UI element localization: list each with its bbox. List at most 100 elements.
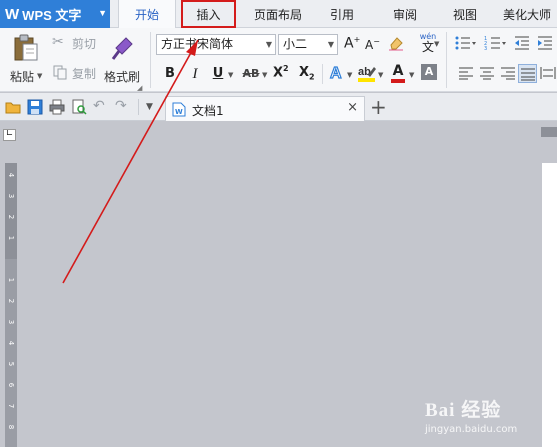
text-effect-button[interactable]: A bbox=[328, 63, 346, 83]
ruler-tick: 6 bbox=[7, 382, 15, 388]
svg-text:A: A bbox=[330, 65, 342, 81]
superscript-button[interactable]: X2 bbox=[273, 64, 291, 82]
grow-font-icon: A bbox=[344, 35, 354, 52]
strikethrough-button[interactable]: AB bbox=[240, 65, 262, 83]
subscript-letter: X bbox=[299, 65, 310, 80]
chevron-down-icon[interactable]: ▼ bbox=[378, 71, 383, 79]
divider bbox=[446, 32, 447, 88]
font-size-value: 小二 bbox=[283, 37, 308, 51]
superscript-letter: X bbox=[273, 65, 284, 81]
undo-icon: ↶ bbox=[93, 98, 105, 114]
tab-view[interactable]: 视图 bbox=[443, 0, 487, 28]
ruler-tick: 7 bbox=[7, 403, 15, 409]
tab-home[interactable]: 开始 bbox=[118, 0, 176, 29]
subscript-button[interactable]: X2 bbox=[299, 65, 317, 83]
print-preview-icon bbox=[72, 99, 87, 115]
document-tab-label: 文档1 bbox=[192, 104, 224, 118]
font-color-icon: A bbox=[392, 63, 404, 79]
ruler-tick: 2 bbox=[7, 214, 15, 220]
quick-access-bar: ↶ ↷ ▼ W 文档1 × + bbox=[0, 93, 557, 121]
shrink-font-icon: A bbox=[365, 38, 374, 52]
grow-font-button[interactable]: A+ bbox=[344, 35, 360, 53]
tab-page-layout[interactable]: 页面布局 bbox=[246, 0, 310, 28]
font-size-select[interactable]: 小二 ▼ bbox=[278, 34, 338, 55]
paste-label: 粘贴 bbox=[10, 70, 35, 84]
wps-menu-button[interactable]: W WPS 文字 ▼ bbox=[0, 0, 110, 28]
numbered-list-button[interactable]: 1 2 3 bbox=[484, 35, 506, 53]
text-effect-icon: A bbox=[329, 64, 342, 82]
close-icon[interactable]: × bbox=[347, 100, 358, 115]
ruler-toggle-button[interactable]: ∟ bbox=[3, 129, 16, 141]
tab-review[interactable]: 审阅 bbox=[383, 0, 427, 28]
ruler-tick: 3 bbox=[7, 319, 15, 325]
document-icon: W bbox=[172, 102, 186, 117]
decrease-indent-button[interactable] bbox=[514, 35, 532, 53]
underline-button[interactable]: U bbox=[210, 65, 226, 83]
increase-indent-button[interactable] bbox=[537, 35, 555, 53]
wps-logo-icon: W bbox=[5, 5, 19, 23]
divider bbox=[322, 64, 323, 84]
watermark-brand: Bai 经验 bbox=[425, 400, 502, 421]
redo-icon: ↷ bbox=[115, 98, 127, 114]
vertical-ruler: 4 3 2 1 1 2 3 4 5 6 7 8 bbox=[5, 163, 17, 447]
tab-references[interactable]: 引用 bbox=[320, 0, 364, 28]
font-color-button[interactable]: A bbox=[389, 63, 407, 83]
undo-button[interactable]: ↶ bbox=[93, 99, 109, 115]
horizontal-ruler bbox=[541, 127, 557, 137]
watermark-url: jingyan.baidu.com bbox=[425, 424, 518, 435]
brush-icon bbox=[111, 37, 133, 60]
ruler-tick: 1 bbox=[7, 277, 15, 283]
document-tab[interactable]: W 文档1 × bbox=[165, 96, 365, 121]
justify-icon bbox=[521, 68, 535, 81]
align-center-icon bbox=[480, 67, 494, 80]
font-family-value: 方正书宋简体 bbox=[161, 37, 234, 51]
open-button[interactable] bbox=[5, 99, 21, 115]
save-icon bbox=[27, 99, 43, 115]
chevron-down-icon[interactable]: ▼ bbox=[409, 71, 414, 79]
font-family-select[interactable]: 方正书宋简体 ▼ bbox=[156, 34, 276, 55]
chevron-down-icon: ▼ bbox=[98, 8, 107, 18]
save-button[interactable] bbox=[27, 99, 43, 115]
ribbon-tab-bar: W WPS 文字 ▼ 开始 插入 页面布局 引用 审阅 视图 美化大师 bbox=[0, 0, 557, 29]
chevron-down-icon[interactable]: ▼ bbox=[228, 71, 233, 79]
align-left-button[interactable] bbox=[458, 66, 474, 82]
copy-label: 复制 bbox=[72, 67, 97, 81]
chevron-down-icon[interactable]: ▼ bbox=[434, 40, 439, 48]
highlighter-icon: ab bbox=[358, 66, 376, 82]
eraser-icon bbox=[389, 37, 403, 51]
dialog-launcher-icon[interactable]: ◢ bbox=[137, 84, 142, 92]
clear-format-button[interactable] bbox=[388, 35, 404, 53]
distribute-button[interactable] bbox=[540, 66, 556, 82]
ruler-tick: 5 bbox=[7, 361, 15, 367]
character-shading-button[interactable]: A bbox=[421, 64, 437, 80]
justify-button[interactable] bbox=[518, 64, 537, 83]
format-painter-button[interactable]: 格式刷 bbox=[104, 32, 144, 88]
tab-insert[interactable]: 插入 bbox=[181, 0, 236, 28]
printer-icon bbox=[49, 99, 65, 115]
ruler-tick: 3 bbox=[7, 193, 15, 199]
paste-icon bbox=[14, 34, 38, 61]
italic-button[interactable]: I bbox=[187, 65, 203, 83]
highlight-color-button[interactable]: ab bbox=[357, 63, 377, 83]
print-preview-button[interactable] bbox=[71, 99, 87, 115]
customize-toolbar-icon[interactable]: ▼ bbox=[146, 102, 153, 112]
new-tab-button[interactable]: + bbox=[370, 95, 387, 119]
shrink-font-button[interactable]: A− bbox=[365, 37, 381, 55]
paste-button[interactable]: 粘贴 ▼ bbox=[8, 32, 44, 88]
bullet-list-button[interactable] bbox=[454, 35, 476, 53]
chevron-down-icon[interactable]: ▼ bbox=[347, 71, 352, 79]
align-left-icon bbox=[459, 67, 473, 80]
chevron-down-icon: ▼ bbox=[265, 40, 272, 49]
app-name: WPS 文字 bbox=[22, 7, 82, 23]
bold-button[interactable]: B bbox=[162, 65, 178, 83]
redo-button[interactable]: ↷ bbox=[115, 99, 131, 115]
baidu-jingyan-watermark: Bai 经验 jingyan.baidu.com bbox=[425, 395, 555, 445]
align-right-button[interactable] bbox=[500, 66, 516, 82]
print-button[interactable] bbox=[49, 99, 65, 115]
ruler-tick: 2 bbox=[7, 298, 15, 304]
chevron-down-icon[interactable]: ▼ bbox=[262, 71, 267, 79]
tab-beautify[interactable]: 美化大师 bbox=[503, 0, 557, 28]
cut-button[interactable]: ✂ 剪切 bbox=[52, 34, 102, 52]
align-center-button[interactable] bbox=[479, 66, 495, 82]
copy-button[interactable]: 复制 bbox=[52, 64, 102, 82]
